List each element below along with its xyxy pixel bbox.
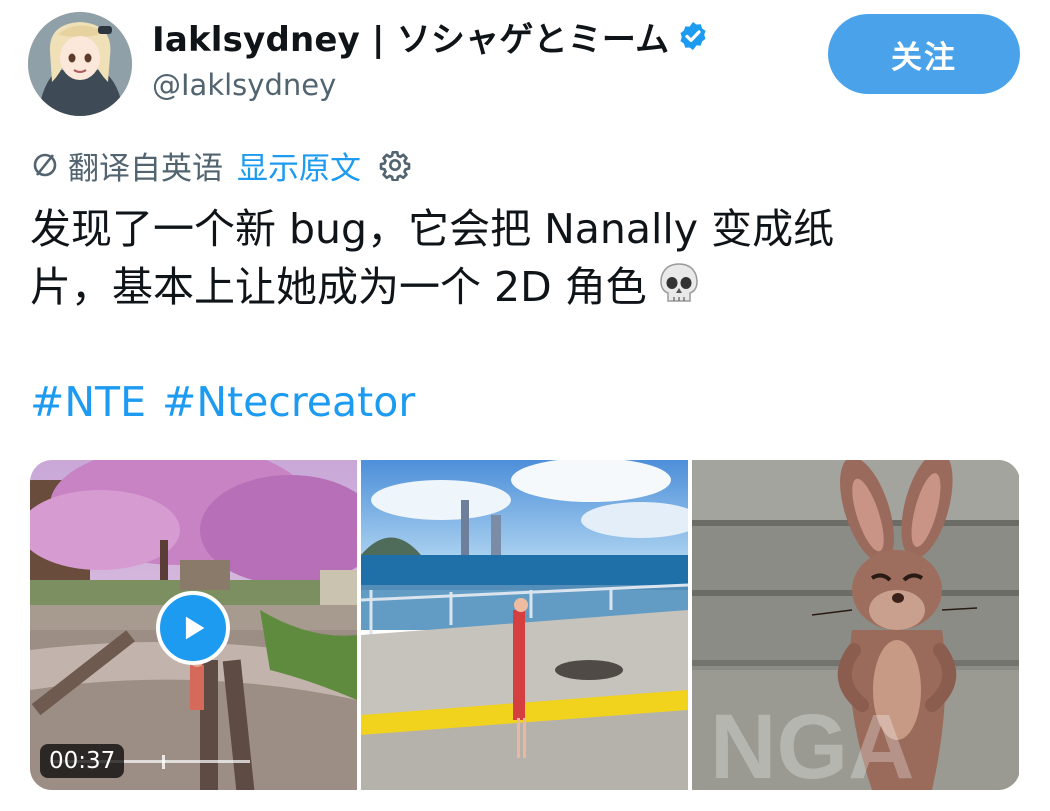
image-cartoon-mouse-meme[interactable]: NGA (692, 460, 1019, 790)
video-thumbnail-cherry-blossom[interactable]: 00:37 (30, 460, 357, 790)
media-grid: 00:37 NGA (30, 460, 1020, 790)
translation-bar: 翻译自英语 显示原文 (30, 142, 411, 188)
skull-emoji-icon (659, 263, 698, 302)
show-original-link[interactable]: 显示原文 (237, 143, 361, 188)
translated-from-label: 翻译自英语 (68, 150, 223, 187)
tweet-text-line-1: 发现了一个新 bug，它会把 Nanally 变成纸 (30, 205, 835, 253)
author-handle[interactable]: @Iaklsydney (152, 68, 336, 102)
verified-badge-icon (680, 22, 706, 50)
tweet-text: 发现了一个新 bug，它会把 Nanally 变成纸 片，基本上让她成为一个 2… (30, 200, 1020, 316)
translate-icon (33, 153, 57, 177)
tweet-text-line-2-content: 片，基本上让她成为一个 2D 角色 (30, 263, 647, 311)
watermark-nga: NGA (710, 696, 914, 790)
image-seaside-promenade[interactable] (361, 460, 688, 790)
author-name-row: Iaklsydney | ソシャゲとミーム (152, 12, 709, 61)
display-name[interactable]: Iaklsydney | ソシャゲとミーム (152, 12, 669, 61)
play-icon (185, 616, 205, 640)
play-button[interactable] (156, 591, 230, 665)
avatar[interactable] (28, 12, 132, 116)
follow-button[interactable]: 关注 (828, 14, 1020, 94)
tweet-text-line-2: 片，基本上让她成为一个 2D 角色 (30, 258, 1020, 316)
hashtags: #NTE #Ntecreator (30, 378, 415, 426)
gear-icon[interactable] (379, 149, 411, 181)
hashtag-ntecreator[interactable]: #Ntecreator (162, 378, 415, 426)
video-duration: 00:37 (40, 744, 125, 778)
hashtag-nte[interactable]: #NTE (30, 378, 146, 426)
